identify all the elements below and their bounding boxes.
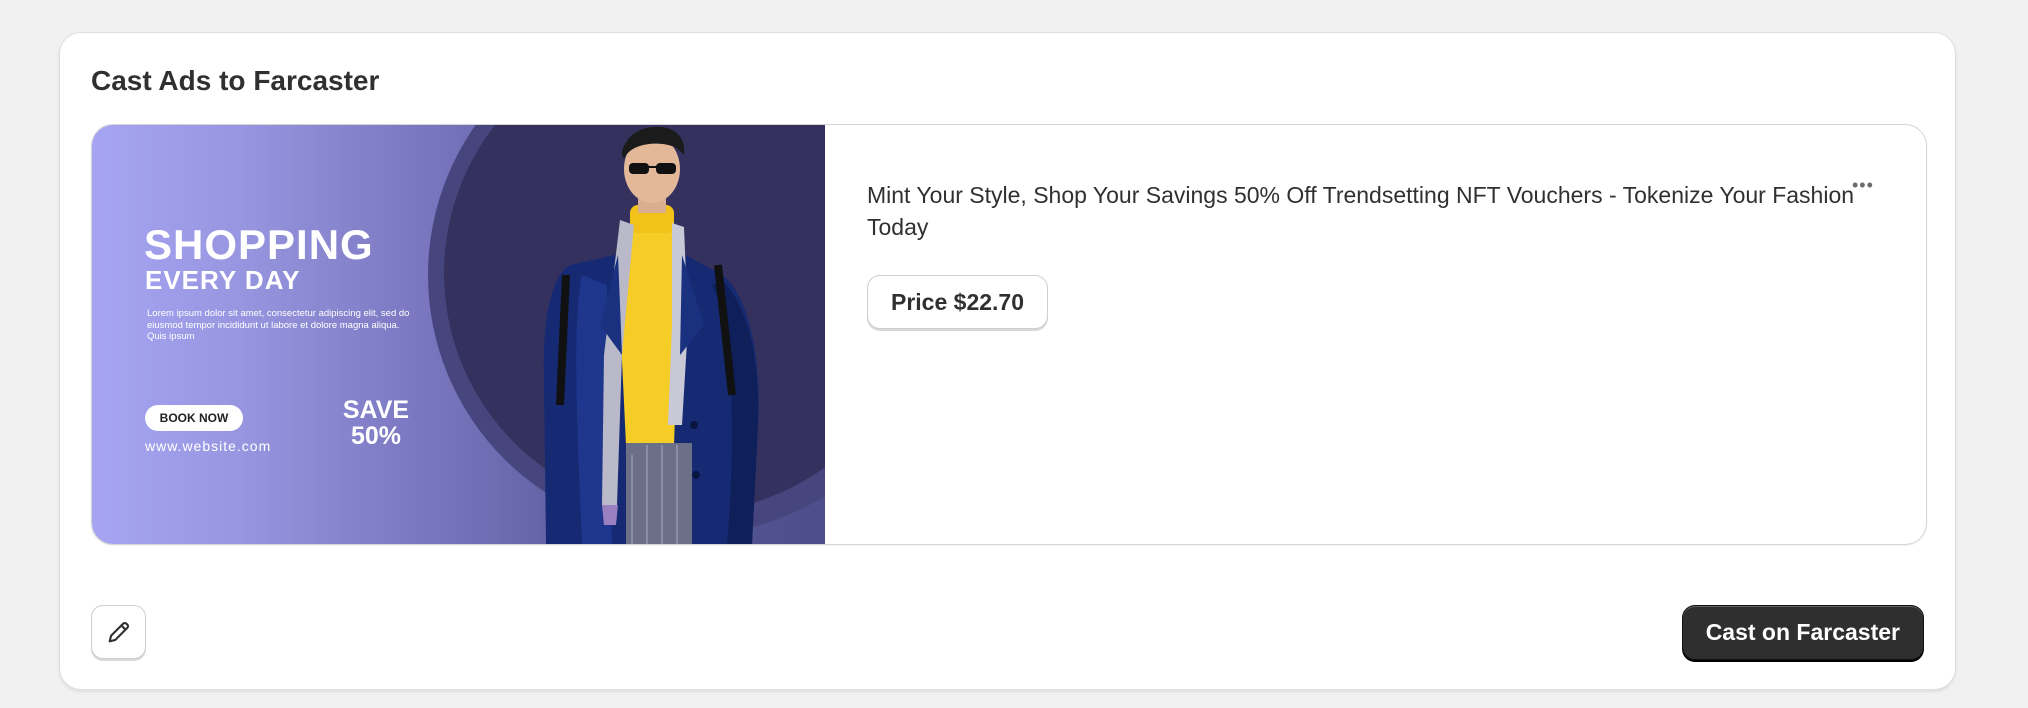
cast-ads-card: Cast Ads to Farcaster SHOPPING EVERY DAY… <box>59 32 1956 690</box>
banner-website: www.website.com <box>145 438 272 454</box>
banner-body-text: Lorem ipsum dolor sit amet, consectetur … <box>147 308 410 342</box>
more-horizontal-icon[interactable]: ••• <box>1852 176 1882 194</box>
card-title: Cast Ads to Farcaster <box>91 65 380 96</box>
banner-subheadline: EVERY DAY <box>145 265 301 295</box>
ad-preview: SHOPPING EVERY DAY Lorem ipsum dolor sit… <box>91 124 1927 545</box>
ad-banner-image: SHOPPING EVERY DAY Lorem ipsum dolor sit… <box>92 125 825 544</box>
banner-book-now: BOOK NOW <box>145 405 243 431</box>
edit-button[interactable] <box>91 605 146 659</box>
ad-description: Mint Your Style, Shop Your Savings 50% O… <box>867 182 1855 240</box>
banner-save-text: SAVE 50% <box>342 396 410 450</box>
pencil-icon <box>108 621 129 643</box>
cast-on-farcaster-button[interactable]: Cast on Farcaster <box>1681 605 1924 660</box>
banner-headline: SHOPPING <box>144 221 374 268</box>
fashion-model-illustration <box>543 126 759 544</box>
price-button[interactable]: Price $22.70 <box>867 275 1049 329</box>
